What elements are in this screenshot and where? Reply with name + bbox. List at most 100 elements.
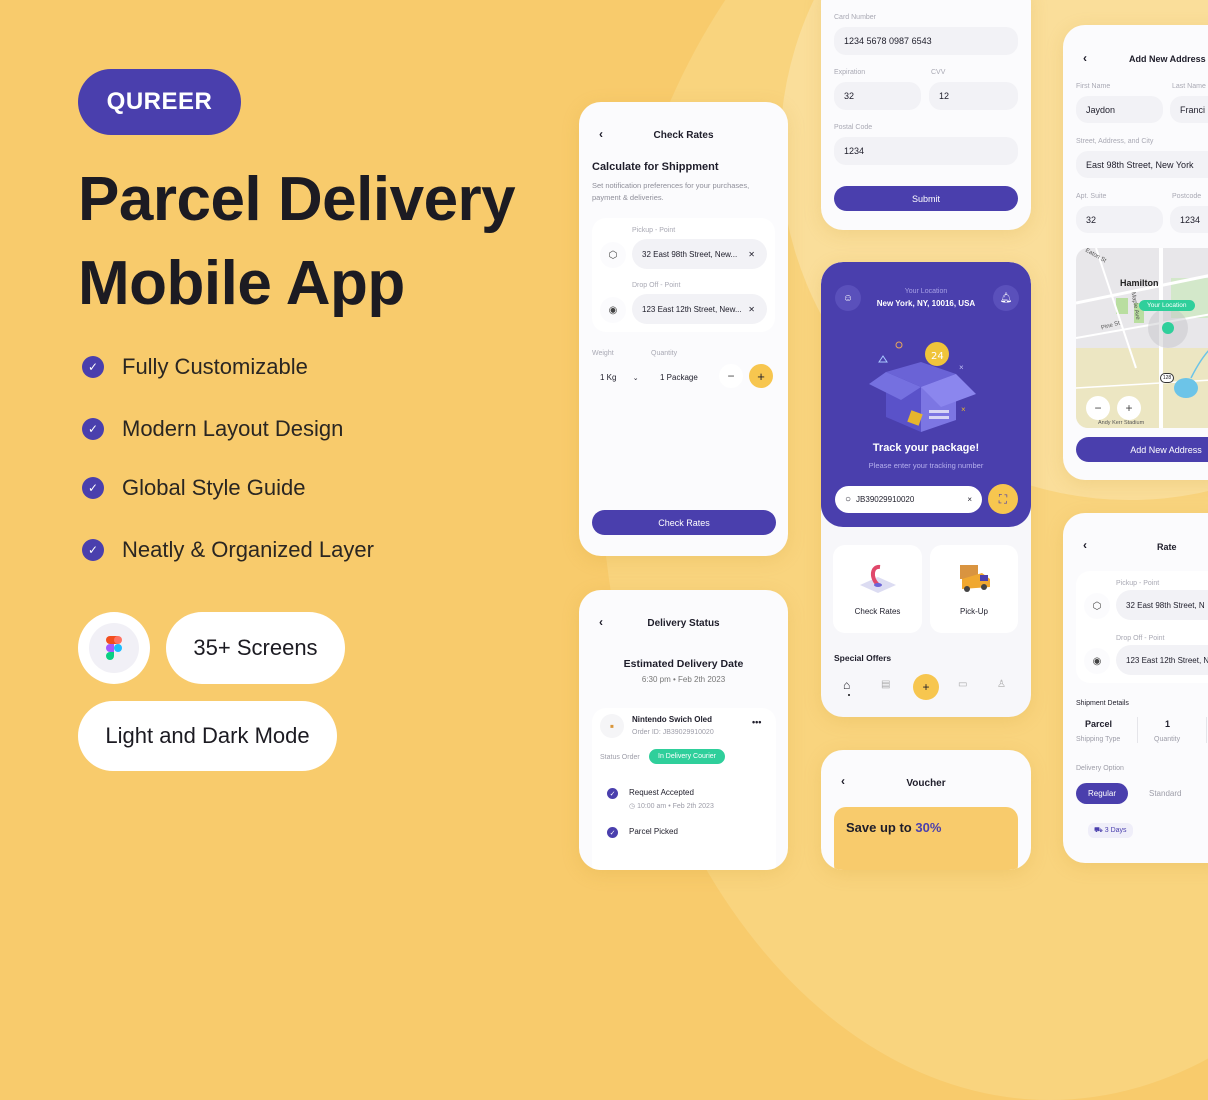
last-name-label: Last Name [1172,83,1206,90]
weight-label: Weight [592,350,614,357]
more-options-icon[interactable]: ••• [752,717,761,727]
step-title: Request Accepted [629,788,694,797]
nav-document-icon[interactable]: ▤ [881,679,890,690]
bell-icon[interactable]: 🔔︎ [993,285,1019,311]
cvv-label: CVV [931,69,946,76]
your-location-tag: Your Location [1139,300,1195,311]
back-icon[interactable]: ‹ [1083,538,1087,552]
dropoff-input[interactable]: 123 East 12th Street, N [1116,645,1208,675]
figma-badge [78,612,150,684]
tracking-heading: Track your package! [872,442,980,454]
payment-screen: Card Number 1234 5678 0987 6543 Expirati… [821,0,1031,230]
option-standard[interactable]: Standard [1149,789,1181,798]
clear-icon[interactable]: × [967,495,972,504]
voucher-card[interactable]: Save up to 30% [834,807,1018,870]
figma-logo-icon [106,636,122,660]
delivery-option-label: Delivery Option [1076,765,1124,772]
check-rates-button[interactable]: Check Rates [592,510,776,535]
pickup-input[interactable]: 32 East 98th Street, New... ✕ [632,239,767,269]
feature-label: Global Style Guide [122,475,306,500]
clear-icon[interactable]: ✕ [748,250,755,259]
order-card: ▪ Nintendo Swich Oled Order ID: JB390299… [592,708,776,870]
search-icon: ○ [845,494,852,505]
map-view[interactable]: Hamilton Eaton St Pine St Maple Ave Your… [1076,248,1208,428]
dropoff-label: Drop Off - Point [632,282,681,289]
apt-input[interactable]: 32 [1076,206,1163,233]
clear-icon[interactable]: ✕ [748,305,755,314]
add-address-screen: ‹ Add New Address First Name Jaydon Last… [1063,25,1208,480]
step-time: ◷ 10:00 am • Feb 2th 2023 [629,802,714,810]
screen-title: Add New Address [1129,54,1206,64]
quantity-value: 1 [1165,719,1171,729]
feature-item: ✓ Fully Customizable [82,352,374,382]
zoom-out-button[interactable]: − [1086,396,1110,420]
route-card: Pickup - Point ⬡ 32 East 98th Street, N … [1076,571,1208,683]
delivery-status-screen: ‹ Delivery Status Estimated Delivery Dat… [579,590,788,870]
svg-text:×: × [961,405,966,414]
zoom-in-button[interactable]: + [1117,396,1141,420]
tracking-search-input[interactable]: ○ JB39029910020 × [835,486,982,513]
hero-title: Parcel Delivery Mobile App [78,158,516,326]
last-name-input[interactable]: Franci [1170,96,1208,123]
check-circle-icon: ✓ [82,477,104,499]
shipment-details-label: Shipment Details [1076,700,1129,707]
location-pin-icon: ◉ [600,297,626,323]
add-address-button[interactable]: Add New Address [1076,437,1208,462]
svg-text:24: 24 [931,351,944,362]
route-card: Pickup - Point ⬡ 32 East 98th Street, Ne… [592,218,775,332]
map-city-label: Hamilton [1120,278,1159,288]
option-regular[interactable]: Regular [1076,783,1128,804]
brand-badge: QUREER [78,69,241,135]
feature-list: ✓ Fully Customizable ✓ Modern Layout Des… [82,352,374,597]
check-circle-icon: ✓ [82,418,104,440]
nav-add-button[interactable]: + [913,674,939,700]
street-input[interactable]: East 98th Street, New York [1076,151,1208,178]
dropoff-value: 123 East 12th Street, New... [642,304,742,314]
tile-label: Pick-Up [959,607,988,616]
svg-text:×: × [959,363,964,372]
estimated-heading: Estimated Delivery Date [623,658,744,670]
section-description: Set notification preferences for your pu… [592,181,750,202]
nav-home-icon[interactable]: ⌂ [843,678,850,692]
check-rates-screen: ‹ Check Rates Calculate for Shippment Se… [579,102,788,556]
order-id: Order ID: JB39029910020 [632,729,714,736]
first-name-input[interactable]: Jaydon [1076,96,1163,123]
weight-select[interactable]: 1 Kg ⌄ [600,373,639,382]
box-icon: ⬡ [600,242,626,268]
screens-count-badge: 35+ Screens [166,612,345,684]
screen-title: Delivery Status [647,618,720,629]
rate-screen: ‹ Rate Pickup - Point ⬡ 32 East 98th Str… [1063,513,1208,863]
postal-code-input[interactable]: 1234 [834,137,1018,165]
feature-item: ✓ Neatly & Organized Layer [82,535,374,565]
pickup-input[interactable]: 32 East 98th Street, N [1116,590,1208,620]
special-offers-heading: Special Offers [834,653,892,663]
chevron-down-icon: ⌄ [632,375,639,382]
submit-button[interactable]: Submit [834,186,1018,211]
weight-value: 1 Kg [600,373,617,382]
status-badge: In Delivery Courier [649,749,725,764]
section-heading: Calculate for Shippment [592,161,719,173]
street-label: Street, Address, and City [1076,138,1154,145]
postcode-input[interactable]: 1234 [1170,206,1208,233]
feature-item: ✓ Modern Layout Design [82,414,374,444]
decrement-button[interactable]: − [719,364,743,388]
dropoff-input[interactable]: 123 East 12th Street, New... ✕ [632,294,767,324]
promo-prefix: Save up to [846,820,916,835]
cvv-input[interactable]: 12 [929,82,1018,110]
scan-icon[interactable]: ⛶ [988,484,1018,514]
increment-button[interactable]: + [749,364,773,388]
nav-voucher-icon[interactable]: ▭ [958,679,967,690]
bottom-nav: ⌂ ▤ + ▭ ♙ [821,670,1031,717]
check-circle-icon: ✓ [607,788,618,799]
pick-up-tile[interactable]: Pick-Up [930,545,1018,633]
expiration-input[interactable]: 32 [834,82,921,110]
status-order-label: Status Order [600,754,640,761]
promo-value: 30% [915,820,942,835]
card-number-input[interactable]: 1234 5678 0987 6543 [834,27,1018,55]
check-rates-tile[interactable]: Check Rates [833,545,922,633]
back-icon[interactable]: ‹ [1083,51,1087,65]
tracking-hero: ☺ Your Location New York, NY, 10016, USA… [821,262,1031,527]
nav-profile-icon[interactable]: ♙ [997,679,1006,690]
pickup-label: Pickup - Point [1116,580,1160,587]
divider [1137,717,1138,743]
